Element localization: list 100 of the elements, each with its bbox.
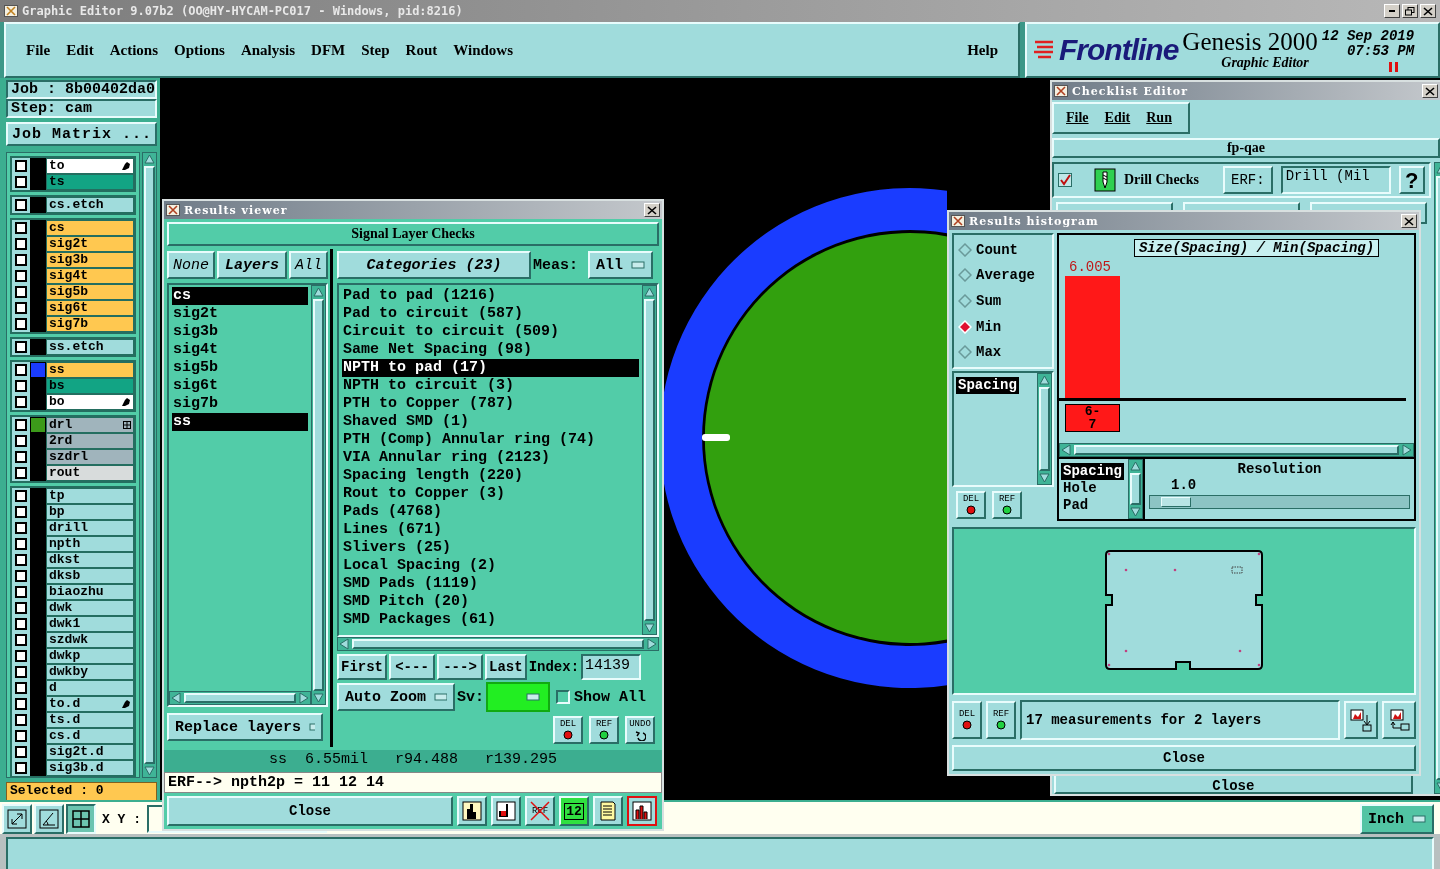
scroll-thumb[interactable] [184, 693, 296, 703]
numbered-button[interactable]: 12 [559, 796, 589, 826]
checkbox[interactable] [15, 762, 27, 774]
erf-field[interactable]: Drill (Mil [1280, 166, 1391, 194]
layer-filter-button[interactable]: None [167, 251, 215, 279]
meas-dropdown[interactable]: All [588, 251, 654, 279]
menu-item[interactable]: Options [166, 37, 233, 63]
menu-item[interactable]: Rout [397, 37, 446, 63]
undo-button[interactable]: UNDO [625, 716, 655, 744]
list-item[interactable]: cs [172, 287, 308, 305]
radio-button[interactable] [958, 345, 972, 360]
job-matrix-button[interactable]: Job Matrix ... [6, 122, 157, 146]
list-item[interactable]: sig2t [172, 305, 308, 323]
layer-item[interactable]: sig7b [46, 316, 134, 332]
menu-item[interactable]: Edit [58, 37, 102, 63]
down-arrow-icon[interactable] [1038, 472, 1051, 485]
checkbox[interactable] [15, 380, 27, 392]
layer-item[interactable]: 2rd [46, 433, 134, 449]
layer-item[interactable]: sig2t [46, 236, 134, 252]
list-item[interactable]: Shaved SMD (1) [342, 413, 639, 431]
list-item[interactable]: sig5b [172, 359, 308, 377]
list-item[interactable]: ss [172, 413, 308, 431]
checkbox[interactable] [15, 199, 27, 211]
close-button[interactable] [1401, 214, 1417, 228]
radio-button[interactable] [958, 268, 972, 283]
menu-item[interactable]: File [1066, 110, 1089, 126]
up-arrow-icon[interactable] [1129, 460, 1142, 473]
layer-item[interactable]: drl [46, 417, 134, 433]
menu-item[interactable]: Analysis [232, 37, 304, 63]
list-item[interactable]: sig6t [172, 377, 308, 395]
menu-item[interactable]: Windows [445, 37, 521, 63]
delete-button[interactable]: DEL [952, 701, 982, 740]
replace-layers-dropdown[interactable]: Replace layers [167, 713, 323, 741]
erf-button[interactable]: ERF: [1223, 166, 1273, 194]
layer-item[interactable]: dwkby [46, 664, 134, 680]
dropdown-icon[interactable] [434, 693, 447, 701]
restore-button[interactable] [1402, 4, 1418, 18]
layer-item[interactable]: ss [46, 362, 134, 378]
histogram-button[interactable] [627, 796, 657, 826]
layer-item[interactable]: sig4t [46, 268, 134, 284]
index-field[interactable]: 14139 [581, 654, 642, 680]
scrollbar[interactable] [1128, 459, 1143, 520]
scroll-thumb[interactable] [644, 299, 655, 621]
delete-button[interactable]: DEL [956, 491, 986, 520]
radio-button[interactable] [958, 294, 972, 308]
checkbox[interactable] [15, 286, 27, 298]
checkbox[interactable] [1058, 173, 1072, 187]
close-button[interactable] [1422, 84, 1438, 98]
menu-item[interactable]: Run [1146, 110, 1172, 126]
layer-item[interactable]: dwk1 [46, 616, 134, 632]
layer-item[interactable]: cs.etch [46, 197, 134, 213]
right-arrow-icon[interactable] [645, 638, 658, 650]
layer-item[interactable]: sig3b.d [46, 760, 134, 776]
menu-item[interactable]: File [18, 37, 59, 63]
scrollbar[interactable] [337, 637, 659, 651]
nav-button[interactable]: Last [485, 654, 527, 680]
down-arrow-icon[interactable] [312, 692, 325, 704]
list-item[interactable]: Hole [1061, 480, 1099, 498]
list-item[interactable]: PTH (Comp) Annular ring (74) [342, 431, 639, 449]
slider-thumb[interactable] [1160, 497, 1191, 508]
layer-item[interactable]: sig2t.d [46, 744, 134, 760]
checkbox[interactable] [15, 419, 27, 431]
list-item[interactable]: PTH to Copper (787) [342, 395, 639, 413]
scrollbar[interactable] [1037, 373, 1052, 486]
checkbox[interactable] [15, 634, 27, 646]
layer-filter-button[interactable]: All [289, 251, 328, 279]
checkbox[interactable] [15, 522, 27, 534]
checkbox[interactable] [15, 176, 27, 188]
right-arrow-icon[interactable] [1400, 444, 1413, 457]
up-arrow-icon[interactable] [143, 153, 156, 165]
measure-button[interactable] [34, 804, 64, 834]
down-arrow-icon[interactable] [643, 622, 656, 634]
menu-item[interactable]: Edit [1104, 110, 1131, 126]
layer-item[interactable]: dksb [46, 568, 134, 584]
left-arrow-icon[interactable] [170, 692, 183, 704]
refresh-button[interactable]: REF [589, 716, 619, 744]
list-item[interactable]: NPTH to circuit (3) [342, 377, 639, 395]
list-item[interactable]: Pad [1061, 497, 1091, 515]
checkbox[interactable] [15, 602, 27, 614]
list-item[interactable]: SMD Packages (61) [342, 611, 639, 629]
scrollbar[interactable] [142, 152, 157, 778]
slider[interactable] [1149, 495, 1410, 510]
refresh-button[interactable]: REF [992, 491, 1022, 520]
checkbox[interactable] [15, 746, 27, 758]
checkbox[interactable] [15, 570, 27, 582]
list-item[interactable]: sig3b [172, 323, 308, 341]
scroll-thumb[interactable] [1074, 445, 1399, 456]
layer-item[interactable]: to [46, 158, 134, 174]
grid-button[interactable] [66, 804, 96, 834]
close-button[interactable]: Close [167, 796, 453, 826]
layer-item[interactable]: d [46, 680, 134, 696]
close-button[interactable]: Close [952, 745, 1416, 771]
list-item[interactable]: SMD Pads (1119) [342, 575, 639, 593]
checkbox[interactable] [15, 506, 27, 518]
list-item[interactable]: Local Spacing (2) [342, 557, 639, 575]
layer-item[interactable]: npth [46, 536, 134, 552]
left-arrow-icon[interactable] [338, 638, 351, 650]
layer-filter-button[interactable]: Layers [217, 251, 287, 279]
checkbox[interactable] [15, 318, 27, 330]
list-item[interactable]: Spacing [956, 377, 1019, 394]
